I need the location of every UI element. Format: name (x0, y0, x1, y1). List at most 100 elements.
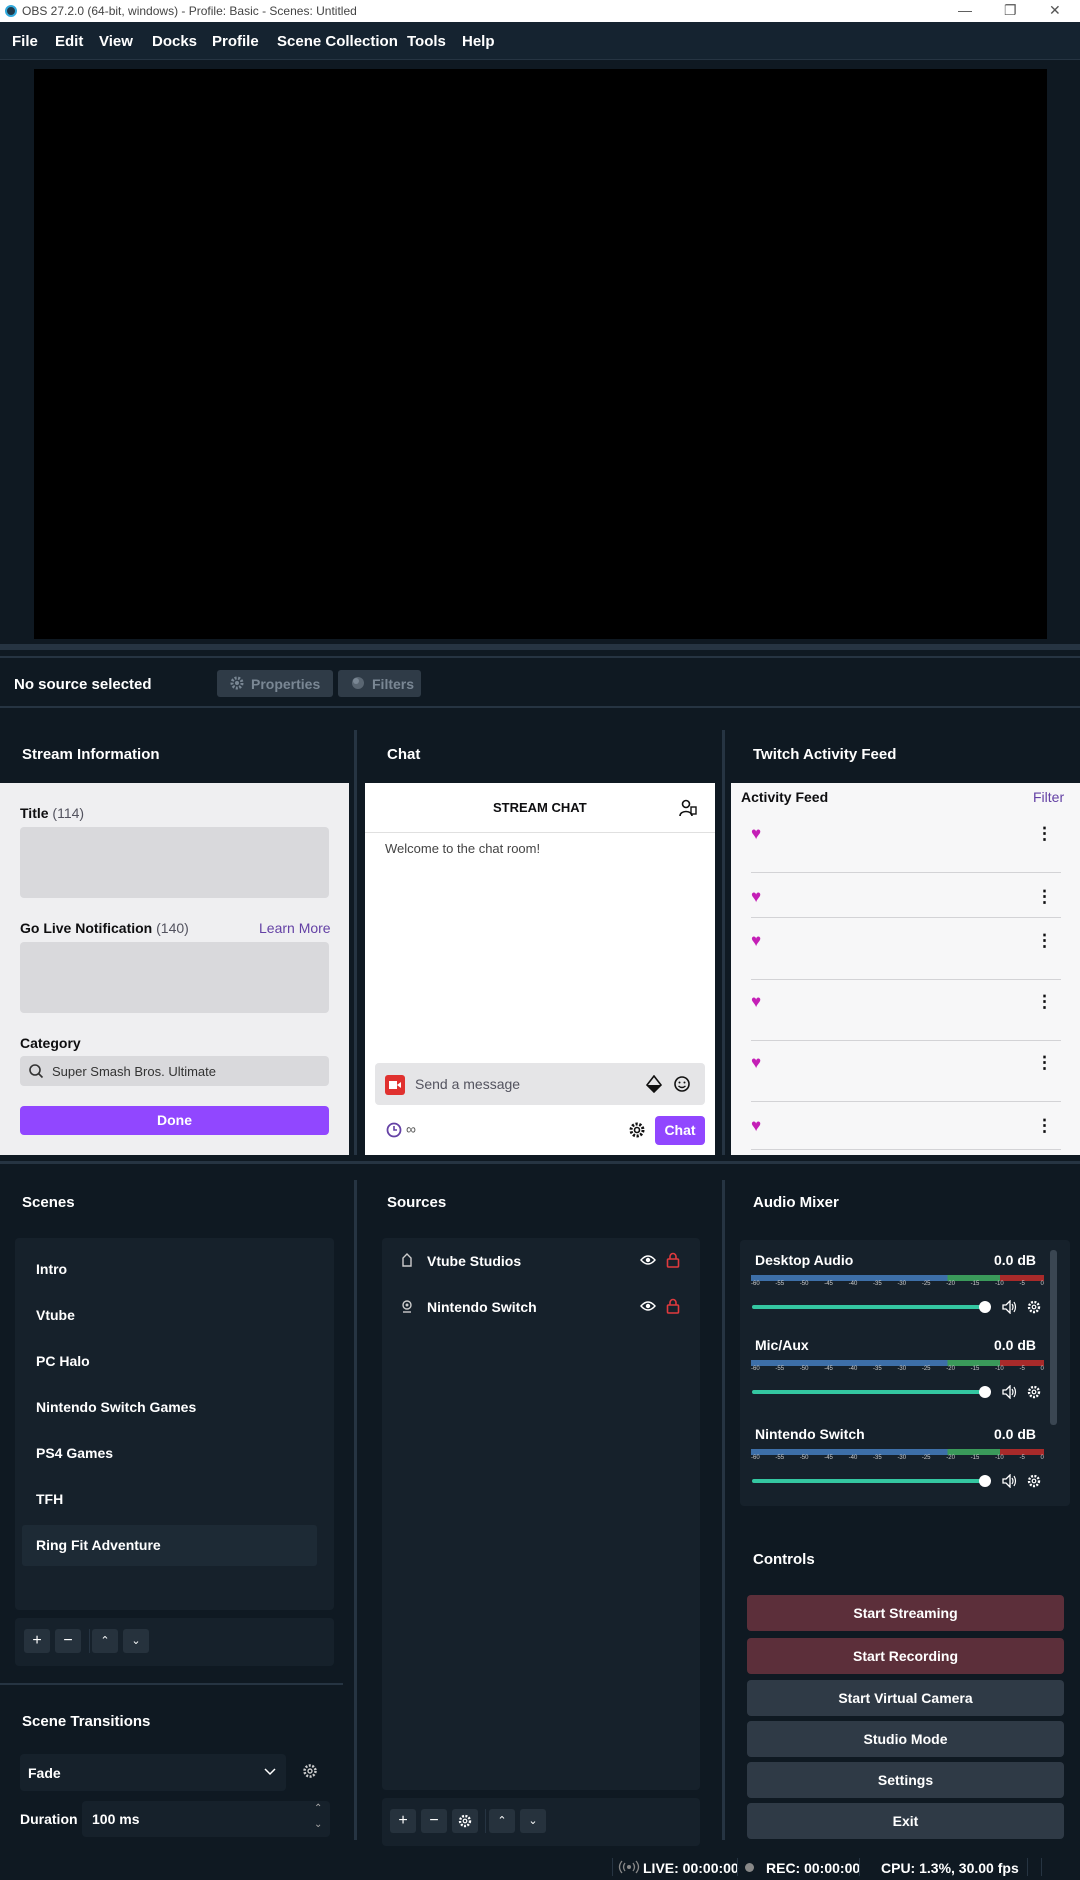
studio-mode-button[interactable]: Studio Mode (747, 1721, 1064, 1757)
bits-icon[interactable] (646, 1075, 662, 1093)
filter-icon (350, 675, 366, 691)
menu-scene-collection[interactable]: Scene Collection (277, 33, 398, 50)
volume-slider[interactable] (752, 1305, 985, 1309)
notification-input[interactable] (20, 942, 329, 1013)
meter-tick: -55 (775, 1281, 785, 1287)
minimize-button[interactable]: — (958, 2, 972, 18)
scene-item[interactable]: TFH (22, 1479, 317, 1519)
remove-scene-button[interactable]: − (55, 1629, 81, 1653)
more-icon[interactable]: ⋮ (1036, 1116, 1053, 1136)
done-button[interactable]: Done (20, 1106, 329, 1135)
category-input[interactable]: Super Smash Bros. Ultimate (20, 1056, 329, 1086)
eye-icon[interactable] (640, 1300, 656, 1312)
properties-button[interactable]: Properties (217, 670, 333, 697)
dock-separator[interactable] (722, 1180, 725, 1840)
more-icon[interactable]: ⋮ (1036, 887, 1053, 907)
move-down-button[interactable]: ⌄ (123, 1629, 149, 1653)
source-move-up-button[interactable]: ⌃ (489, 1809, 515, 1833)
meter-tick: -10 (995, 1281, 1004, 1287)
meter-tick: -35 (873, 1366, 882, 1372)
channel-name: Desktop Audio (755, 1252, 854, 1268)
scene-item[interactable]: PC Halo (22, 1341, 317, 1381)
users-icon[interactable] (679, 799, 697, 817)
emote-icon[interactable] (673, 1075, 691, 1093)
menu-bar: File Edit View Docks Profile Scene Colle… (0, 22, 1080, 60)
category-value: Super Smash Bros. Ultimate (52, 1064, 217, 1079)
title-count: (114) (52, 805, 85, 821)
scene-item[interactable]: PS4 Games (22, 1433, 317, 1473)
stream-info-panel: Title (114) Go Live Notification (140) L… (0, 783, 349, 1155)
increment-icon[interactable]: ⌃ (314, 1803, 322, 1814)
channel-gear-icon[interactable] (1027, 1300, 1041, 1314)
start-recording-button[interactable]: Start Recording (747, 1638, 1064, 1674)
mixer-scrollbar[interactable] (1050, 1250, 1057, 1425)
add-source-button[interactable]: + (390, 1809, 416, 1833)
scene-item[interactable]: Intro (22, 1249, 317, 1289)
decrement-icon[interactable]: ⌄ (314, 1819, 322, 1830)
chevron-down-icon (264, 1766, 276, 1776)
volume-slider[interactable] (752, 1390, 985, 1394)
lock-icon[interactable] (666, 1298, 680, 1314)
more-icon[interactable]: ⋮ (1036, 1053, 1053, 1073)
scene-item-selected[interactable]: Ring Fit Adventure (22, 1525, 317, 1566)
title-input[interactable] (20, 827, 329, 898)
dock-separator[interactable] (354, 730, 357, 1155)
volume-slider-knob[interactable] (979, 1301, 991, 1313)
exit-button[interactable]: Exit (747, 1803, 1064, 1839)
add-scene-button[interactable]: + (24, 1629, 50, 1653)
dock-separator[interactable] (0, 1161, 1080, 1164)
chat-send-button[interactable]: Chat (655, 1116, 705, 1145)
source-item[interactable]: Vtube Studios (382, 1238, 700, 1284)
remove-source-button[interactable]: − (421, 1809, 447, 1833)
scene-item[interactable]: Nintendo Switch Games (22, 1387, 317, 1427)
activity-header: Activity Feed (741, 789, 829, 805)
settings-button[interactable]: Settings (747, 1762, 1064, 1798)
filter-link[interactable]: Filter (1033, 789, 1064, 805)
channel-gear-icon[interactable] (1027, 1474, 1041, 1488)
source-item[interactable]: Nintendo Switch (382, 1284, 700, 1330)
menu-view[interactable]: View (99, 33, 133, 50)
close-button[interactable]: ✕ (1049, 2, 1061, 19)
volume-slider-knob[interactable] (979, 1475, 991, 1487)
menu-profile[interactable]: Profile (212, 33, 259, 50)
channel-gear-icon[interactable] (1027, 1385, 1041, 1399)
volume-slider-knob[interactable] (979, 1386, 991, 1398)
maximize-button[interactable]: ❐ (1004, 2, 1017, 19)
lock-icon[interactable] (666, 1252, 680, 1268)
dock-separator[interactable] (354, 1180, 357, 1840)
dock-separator[interactable] (722, 730, 725, 1155)
duration-input[interactable]: 100 ms ⌃ ⌄ (82, 1801, 330, 1837)
eye-icon[interactable] (640, 1254, 656, 1266)
learn-more-link[interactable]: Learn More (259, 920, 331, 936)
source-properties-button[interactable] (452, 1809, 478, 1833)
volume-slider[interactable] (752, 1479, 985, 1483)
activity-item: ♥ ⋮ (751, 881, 1061, 918)
meter-tick: -15 (970, 1455, 980, 1461)
transition-select[interactable]: Fade (20, 1754, 286, 1791)
more-icon[interactable]: ⋮ (1036, 992, 1053, 1012)
transition-gear-icon[interactable] (302, 1763, 318, 1779)
filters-button[interactable]: Filters (338, 670, 421, 697)
menu-edit[interactable]: Edit (55, 33, 83, 50)
scene-item[interactable]: Vtube (22, 1295, 317, 1335)
speaker-icon[interactable] (1002, 1385, 1017, 1399)
more-icon[interactable]: ⋮ (1036, 824, 1053, 844)
move-up-button[interactable]: ⌃ (92, 1629, 118, 1653)
preview-canvas[interactable] (34, 69, 1047, 639)
start-virtual-camera-button[interactable]: Start Virtual Camera (747, 1680, 1064, 1716)
gear-icon[interactable] (628, 1121, 646, 1139)
menu-file[interactable]: File (12, 33, 38, 50)
menu-docks[interactable]: Docks (152, 33, 197, 50)
chat-input[interactable]: Send a message (375, 1063, 705, 1105)
start-streaming-button[interactable]: Start Streaming (747, 1595, 1064, 1631)
activity-title: Twitch Activity Feed (753, 746, 897, 763)
speaker-icon[interactable] (1002, 1300, 1017, 1314)
more-icon[interactable]: ⋮ (1036, 931, 1053, 951)
source-move-down-button[interactable]: ⌄ (520, 1809, 546, 1833)
menu-tools[interactable]: Tools (407, 33, 446, 50)
menu-help[interactable]: Help (462, 33, 495, 50)
speaker-icon[interactable] (1002, 1474, 1017, 1488)
meter-tick: -60 (751, 1281, 760, 1287)
timer-icon[interactable] (386, 1122, 402, 1138)
channel-db: 0.0 dB (994, 1252, 1037, 1268)
